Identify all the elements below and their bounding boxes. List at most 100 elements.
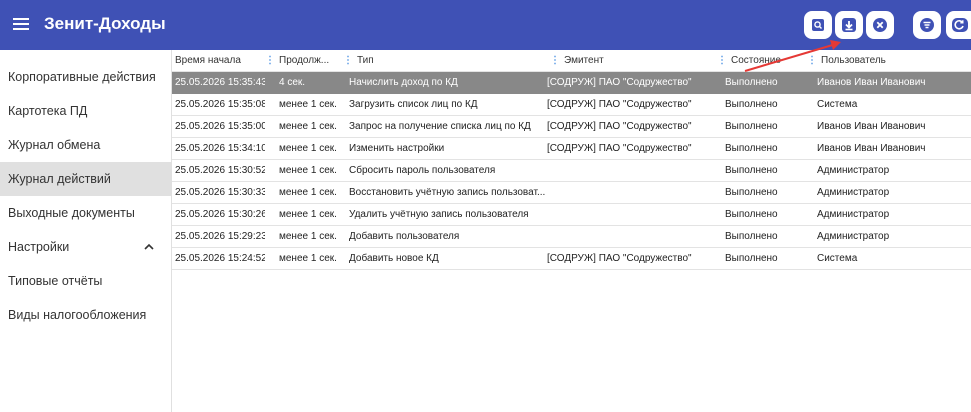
sidebar-item-taxation-types[interactable]: Виды налогообложения (0, 298, 171, 332)
table-cell: менее 1 сек. (279, 143, 337, 154)
table-cell: Иванов Иван Иванович (817, 77, 926, 88)
table-cell: Выполнено (725, 121, 778, 132)
table-row[interactable]: 25.05.2026 15:24:52 менее 1 сек. Добавит… (172, 248, 971, 270)
filter-icon (920, 18, 934, 32)
sidebar-item-label: Журнал действий (8, 172, 111, 186)
table-cell: 4 сек. (279, 77, 306, 88)
hamburger-menu-icon[interactable] (10, 15, 32, 35)
table-cell: Администратор (817, 187, 890, 198)
table-cell: Начислить доход по КД (349, 77, 458, 88)
table-cell: Администратор (817, 231, 890, 242)
search-document-button[interactable] (804, 11, 832, 39)
sidebar-item-pd-register[interactable]: Картотека ПД (0, 94, 171, 128)
table-row[interactable]: 25.05.2026 15:30:52 менее 1 сек. Сбросит… (172, 160, 971, 182)
table-cell: Выполнено (725, 253, 778, 264)
table-cell: 25.05.2026 15:29:23 (175, 231, 265, 242)
sidebar-item-label: Картотека ПД (8, 104, 88, 118)
sidebar-item-corporate-actions[interactable]: Корпоративные действия (0, 60, 171, 94)
close-icon (873, 18, 887, 32)
table-header-row: Время начала ⋮ Продолж... ⋮ Тип ⋮ Эмитент ⋮… (172, 50, 971, 72)
table-cell: [СОДРУЖ] ПАО "Содружество" (547, 121, 692, 132)
table-cell: Удалить учётную запись пользователя (349, 209, 529, 220)
table-row[interactable]: 25.05.2026 15:35:08 менее 1 сек. Загрузи… (172, 94, 971, 116)
sidebar-item-standard-reports[interactable]: Типовые отчёты (0, 264, 171, 298)
table-row[interactable]: 25.05.2026 15:35:00 менее 1 сек. Запрос … (172, 116, 971, 138)
download-icon (842, 18, 856, 32)
table-cell: 25.05.2026 15:34:10 (175, 143, 265, 154)
table-row[interactable]: 25.05.2026 15:35:43 4 сек. Начислить дох… (172, 72, 971, 94)
sidebar-item-label: Настройки (8, 240, 70, 254)
top-app-bar: Зенит-Доходы (0, 0, 971, 50)
sidebar-item-label: Выходные документы (8, 206, 135, 220)
table-cell: Восстановить учётную запись пользоват... (349, 187, 546, 198)
table-cell (547, 160, 717, 182)
download-button[interactable] (835, 11, 863, 39)
table-cell: 25.05.2026 15:30:52 (175, 165, 265, 176)
table-cell: Выполнено (725, 187, 778, 198)
sidebar-item-exchange-log[interactable]: Журнал обмена (0, 128, 171, 162)
table-row[interactable]: 25.05.2026 15:30:33 менее 1 сек. Восстан… (172, 182, 971, 204)
table-cell: 25.05.2026 15:35:43 (175, 77, 265, 88)
table-cell: менее 1 сек. (279, 187, 337, 198)
table-cell (547, 226, 717, 248)
table-cell: Запрос на получение списка лиц по КД (349, 121, 531, 132)
table-cell: Система (817, 253, 858, 264)
table-cell: 25.05.2026 15:30:26 (175, 209, 265, 220)
table-cell: 25.05.2026 15:30:33 (175, 187, 265, 198)
table-row[interactable]: 25.05.2026 15:29:23 менее 1 сек. Добавит… (172, 226, 971, 248)
table-cell: Выполнено (725, 231, 778, 242)
table-cell: Загрузить список лиц по КД (349, 99, 478, 110)
refresh-icon (951, 18, 968, 32)
table-cell: Администратор (817, 165, 890, 176)
table-cell: [СОДРУЖ] ПАО "Содружество" (547, 77, 692, 88)
sidebar-item-action-log[interactable]: Журнал действий (0, 162, 171, 196)
table-cell: Сбросить пароль пользователя (349, 165, 496, 176)
cancel-button[interactable] (866, 11, 894, 39)
table-cell: Иванов Иван Иванович (817, 121, 926, 132)
table-cell: менее 1 сек. (279, 165, 337, 176)
table-cell: Выполнено (725, 143, 778, 154)
table-cell: Выполнено (725, 209, 778, 220)
column-header-duration[interactable]: ⋮ Продолж... (265, 50, 343, 72)
table-cell: 25.05.2026 15:35:00 (175, 121, 265, 132)
sidebar-item-output-documents[interactable]: Выходные документы (0, 196, 171, 230)
column-header-start-time[interactable]: Время начала (175, 50, 265, 72)
table-cell: Выполнено (725, 77, 778, 88)
app-title: Зенит-Доходы (44, 14, 166, 33)
sidebar-nav: Корпоративные действия Картотека ПД Журн… (0, 50, 172, 412)
table-cell: 25.05.2026 15:35:08 (175, 99, 265, 110)
refresh-button[interactable] (946, 11, 971, 39)
table-row[interactable]: 25.05.2026 15:34:10 менее 1 сек. Изменит… (172, 138, 971, 160)
table-cell: Система (817, 99, 858, 110)
table-cell: менее 1 сек. (279, 231, 337, 242)
table-cell: Администратор (817, 209, 890, 220)
table-cell: Выполнено (725, 165, 778, 176)
sidebar-item-settings[interactable]: Настройки (0, 230, 171, 264)
sidebar-item-label: Типовые отчёты (8, 274, 103, 288)
table-cell: [СОДРУЖ] ПАО "Содружество" (547, 143, 692, 154)
sidebar-item-label: Виды налогообложения (8, 308, 147, 322)
column-header-issuer[interactable]: ⋮ Эмитент (550, 50, 717, 72)
table-cell: менее 1 сек. (279, 253, 337, 264)
table-cell: менее 1 сек. (279, 99, 337, 110)
table-cell: менее 1 сек. (279, 209, 337, 220)
column-header-status[interactable]: ⋮ Состояние (717, 50, 807, 72)
table-cell: [СОДРУЖ] ПАО "Содружество" (547, 99, 692, 110)
sidebar-item-label: Журнал обмена (8, 138, 101, 152)
filter-button[interactable] (913, 11, 941, 39)
table-cell: Иванов Иван Иванович (817, 143, 926, 154)
chevron-up-icon (144, 243, 154, 250)
column-header-user[interactable]: ⋮ Пользователь (807, 50, 967, 72)
table-cell: менее 1 сек. (279, 121, 337, 132)
table-cell: Изменить настройки (349, 143, 445, 154)
table-row[interactable]: 25.05.2026 15:30:26 менее 1 сек. Удалить… (172, 204, 971, 226)
table-cell: Выполнено (725, 99, 778, 110)
table-cell: [СОДРУЖ] ПАО "Содружество" (547, 253, 692, 264)
sidebar-item-label: Корпоративные действия (8, 70, 156, 84)
table-cell (547, 204, 717, 226)
table-cell (547, 182, 717, 204)
table-cell: 25.05.2026 15:24:52 (175, 253, 265, 264)
column-header-type[interactable]: ⋮ Тип (343, 50, 550, 72)
search-doc-icon (812, 19, 824, 31)
table-cell: Добавить новое КД (349, 253, 439, 264)
